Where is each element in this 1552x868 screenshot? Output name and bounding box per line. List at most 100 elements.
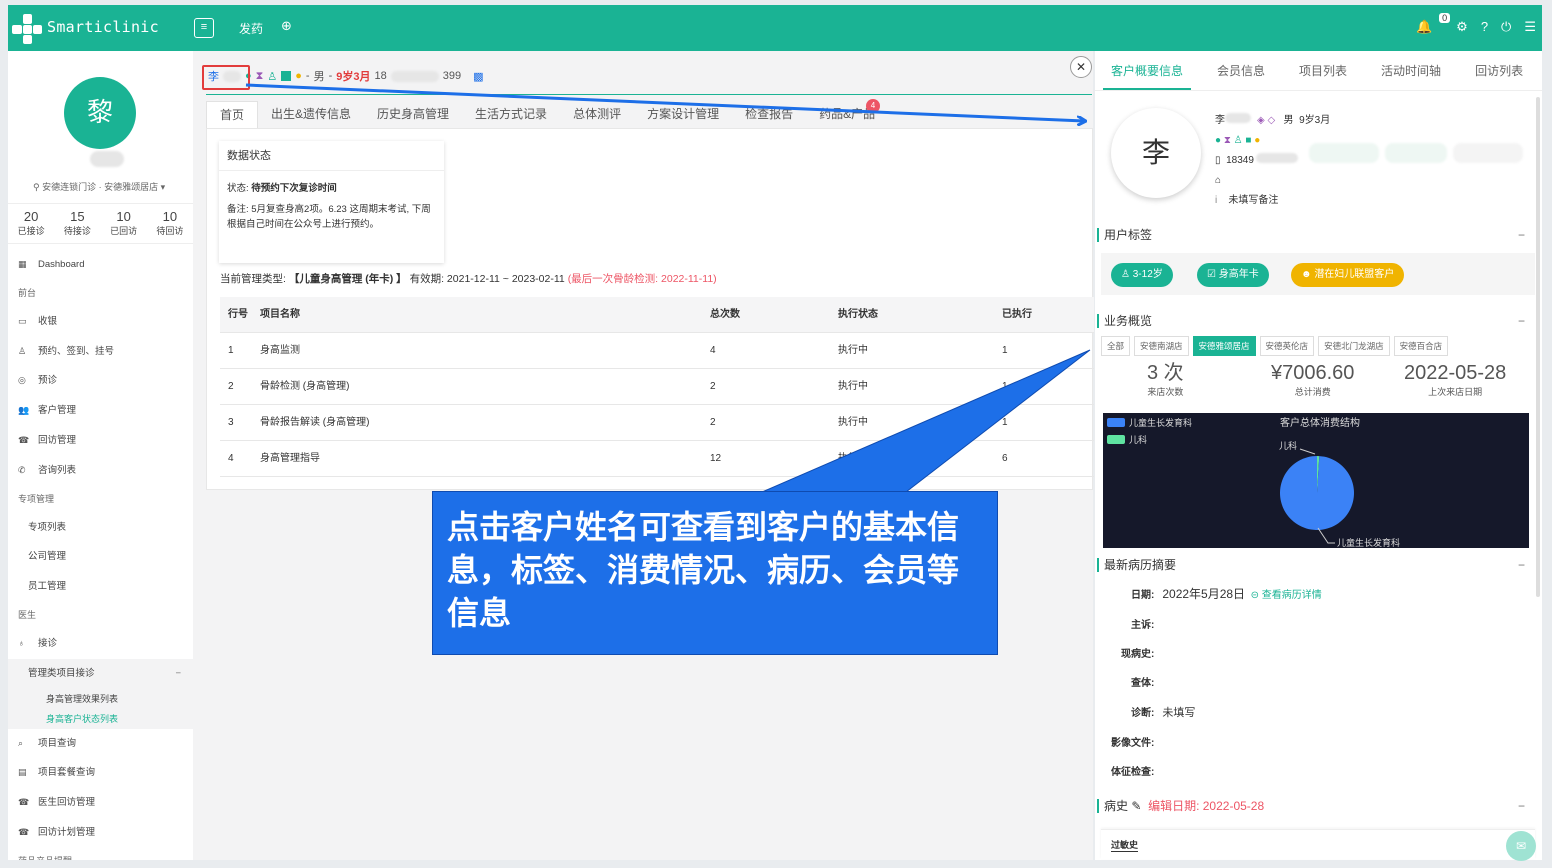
cell: 1 bbox=[1002, 417, 1008, 428]
tab-customer-summary[interactable]: 客户概要信息 bbox=[1103, 51, 1192, 90]
tab-home[interactable]: 首页 bbox=[206, 101, 259, 128]
store-beimen[interactable]: 安德北门龙湖店 bbox=[1318, 336, 1390, 356]
list-icon[interactable]: ☰ bbox=[1524, 19, 1536, 35]
user-avatar[interactable]: 黎 bbox=[64, 77, 136, 149]
power-icon[interactable]: ⏻ bbox=[1501, 19, 1511, 35]
legend-swatch[interactable] bbox=[1107, 435, 1125, 444]
close-panel-button[interactable]: ✕ bbox=[1070, 56, 1092, 78]
tag-height-card[interactable]: ☑ 身高年卡 bbox=[1197, 263, 1269, 287]
tag-icon: ◈ ◇ bbox=[1257, 115, 1276, 126]
home-icon: ⌂ bbox=[1215, 175, 1222, 186]
logo-icon bbox=[12, 14, 42, 44]
sidebar-item-customers[interactable]: 👥 客户管理 bbox=[8, 396, 193, 426]
dashboard-icon: ▦ bbox=[18, 259, 27, 269]
phone-end: 399 bbox=[442, 70, 462, 82]
tab-project-list[interactable]: 项目列表 bbox=[1291, 51, 1355, 90]
tab-timeline[interactable]: 活动时间轴 bbox=[1373, 51, 1449, 90]
sidebar-group-mgmt: 管理类项目接诊 − 身高管理效果列表 身高客户状态列表 bbox=[8, 658, 193, 729]
sidebar-item-followup-plan[interactable]: ☎ 回访计划管理 bbox=[8, 818, 193, 848]
field-label: 体征检查: bbox=[1111, 767, 1155, 778]
menu-toggle-button[interactable]: ≡ bbox=[194, 18, 214, 38]
sidebar-item-staff[interactable]: 员工管理 bbox=[8, 572, 193, 602]
panel-scrollbar[interactable] bbox=[1536, 97, 1540, 597]
chat-icon[interactable]: ✉ bbox=[1506, 831, 1536, 861]
sidebar-item-special-list[interactable]: 专项列表 bbox=[8, 513, 193, 543]
medal-icon: ⧗ bbox=[255, 69, 264, 82]
customer-name: 李 bbox=[1215, 115, 1225, 126]
legend-swatch[interactable] bbox=[1107, 418, 1125, 427]
table-row[interactable]: 3 骨龄报告解读 (身高管理) 2 执行中 1 bbox=[220, 405, 1094, 441]
sidebar-item-company[interactable]: 公司管理 bbox=[8, 542, 193, 572]
sidebar-item-followup[interactable]: ☎ 回访管理 bbox=[8, 426, 193, 456]
tab-check-report[interactable]: 检查报告 bbox=[732, 101, 806, 128]
sidebar-item-item-query[interactable]: ⌕ 项目查询 bbox=[8, 729, 193, 759]
tab-plan-design[interactable]: 方案设计管理 bbox=[634, 101, 732, 128]
tab-dispense[interactable]: 发药 bbox=[239, 20, 263, 37]
table-row[interactable]: 1 身高监测 4 执行中 1 bbox=[220, 333, 1094, 369]
store-nanhu[interactable]: 安德南湖店 bbox=[1134, 336, 1189, 356]
cell: 6 bbox=[1002, 453, 1008, 464]
tab-followup-list[interactable]: 回访列表 bbox=[1467, 51, 1531, 90]
store-yinglun[interactable]: 安德英伦店 bbox=[1259, 336, 1315, 356]
stat-received[interactable]: 20 已接诊 bbox=[8, 210, 54, 243]
gear-icon[interactable]: ⚙ bbox=[1456, 19, 1468, 35]
table-row[interactable]: 2 骨龄检测 (身高管理) 2 执行中 1 bbox=[220, 369, 1094, 405]
sidebar-item-cashier[interactable]: ▭ 收银 bbox=[8, 307, 193, 337]
pie-slice-0[interactable] bbox=[1280, 456, 1354, 530]
card-icon[interactable]: ▩ bbox=[473, 70, 483, 83]
store-baihe[interactable]: 安德百合店 bbox=[1393, 336, 1449, 356]
legend-label: 儿科 bbox=[1129, 434, 1147, 445]
section-title: 用户标签 bbox=[1104, 228, 1153, 242]
sidebar-item-receive[interactable]: ♁ 接诊 bbox=[8, 629, 193, 659]
mobile-icon: ▯ bbox=[1215, 155, 1221, 166]
column-header: 行号 bbox=[228, 309, 248, 320]
project-table: 行号 项目名称 总次数 执行状态 已执行 1 身高监测 4 执行中 1 2 骨龄检测 (身… bbox=[220, 297, 1094, 477]
mgmt-validity: 有效期: 2021-12-11 ~ 2023-02-11 bbox=[409, 273, 565, 285]
stat-visited[interactable]: 10 已回访 bbox=[101, 210, 147, 243]
sidebar-item-mgmt-receive[interactable]: 管理类项目接诊 − bbox=[8, 659, 193, 689]
stat-to-visit[interactable]: 10 待回访 bbox=[147, 210, 193, 243]
sidebar-item-height-status[interactable]: 身高客户状态列表 bbox=[8, 709, 193, 729]
collapse-icon[interactable]: − bbox=[1518, 228, 1525, 242]
mgmt-prefix: 当前管理类型: bbox=[220, 273, 286, 285]
bell-icon[interactable]: 🔔0 bbox=[1416, 13, 1451, 35]
sidebar-item-dashboard[interactable]: ▦ Dashboard bbox=[8, 250, 193, 280]
collapse-icon[interactable]: − bbox=[1518, 799, 1525, 813]
stat-waiting[interactable]: 15 待接诊 bbox=[54, 210, 100, 243]
clinic-location[interactable]: ⚲ 安德连锁门诊 · 安德雅颂居店 ▾ bbox=[33, 180, 165, 193]
store-all[interactable]: 全部 bbox=[1101, 336, 1131, 356]
collapse-icon[interactable]: − bbox=[1518, 558, 1525, 572]
store-filter: 全部 安德南湖店 安德雅颂居店 安德英伦店 安德北门龙湖店 安德百合店 bbox=[1101, 336, 1449, 356]
search-icon: ◎ bbox=[18, 375, 26, 386]
sidebar-item-drug-reminder[interactable]: 药品产品提醒 bbox=[8, 848, 193, 860]
mgmt-type: 【儿童身高管理 (年卡) 】 bbox=[288, 273, 407, 285]
edit-icon[interactable]: ✎ bbox=[1131, 799, 1141, 813]
tab-height-history[interactable]: 历史身高管理 bbox=[364, 101, 462, 128]
tag-potential[interactable]: ☻ 潜在妇儿联盟客户 bbox=[1291, 263, 1405, 287]
tab-member-info[interactable]: 会员信息 bbox=[1209, 51, 1273, 90]
collapse-icon[interactable]: − bbox=[175, 659, 181, 689]
record-history: 现病史: bbox=[1121, 645, 1162, 660]
collapse-icon[interactable]: − bbox=[1518, 314, 1525, 328]
table-row[interactable]: 4 身高管理指导 12 执行中 6 bbox=[220, 441, 1094, 477]
sidebar-item-booking[interactable]: ♙ 预约、签到、挂号 bbox=[8, 337, 193, 367]
sidebar-item-consult[interactable]: ✆ 咨询列表 bbox=[8, 456, 193, 486]
sidebar-item-doctor-followup[interactable]: ☎ 医生回访管理 bbox=[8, 788, 193, 818]
tab-assessment[interactable]: 总体测评 bbox=[560, 101, 634, 128]
sidebar-item-height-effect[interactable]: 身高管理效果列表 bbox=[8, 689, 193, 709]
cell: 执行中 bbox=[838, 417, 868, 428]
help-icon[interactable]: ? bbox=[1481, 19, 1488, 35]
store-yasongju[interactable]: 安德雅颂居店 bbox=[1192, 336, 1256, 356]
customer-remark: 未填写备注 bbox=[1228, 195, 1279, 206]
sidebar-item-package-query[interactable]: ▤ 项目套餐查询 bbox=[8, 758, 193, 788]
add-tab-icon[interactable]: ⊕ bbox=[281, 18, 292, 34]
tab-birth-genetics[interactable]: 出生&遗传信息 bbox=[258, 101, 364, 128]
phone-icon: ☎ bbox=[18, 434, 30, 445]
tab-lifestyle[interactable]: 生活方式记录 bbox=[462, 101, 560, 128]
card-title: 数据状态 bbox=[219, 141, 444, 171]
tag-age[interactable]: ♙ 3-12岁 bbox=[1111, 263, 1173, 287]
record-diagnosis: 诊断: 未填写 bbox=[1131, 704, 1195, 720]
cash-icon: ▭ bbox=[18, 315, 27, 326]
record-detail-link[interactable]: 查看病历详情 bbox=[1262, 590, 1322, 601]
sidebar-item-triage[interactable]: ◎ 预诊 bbox=[8, 366, 193, 396]
